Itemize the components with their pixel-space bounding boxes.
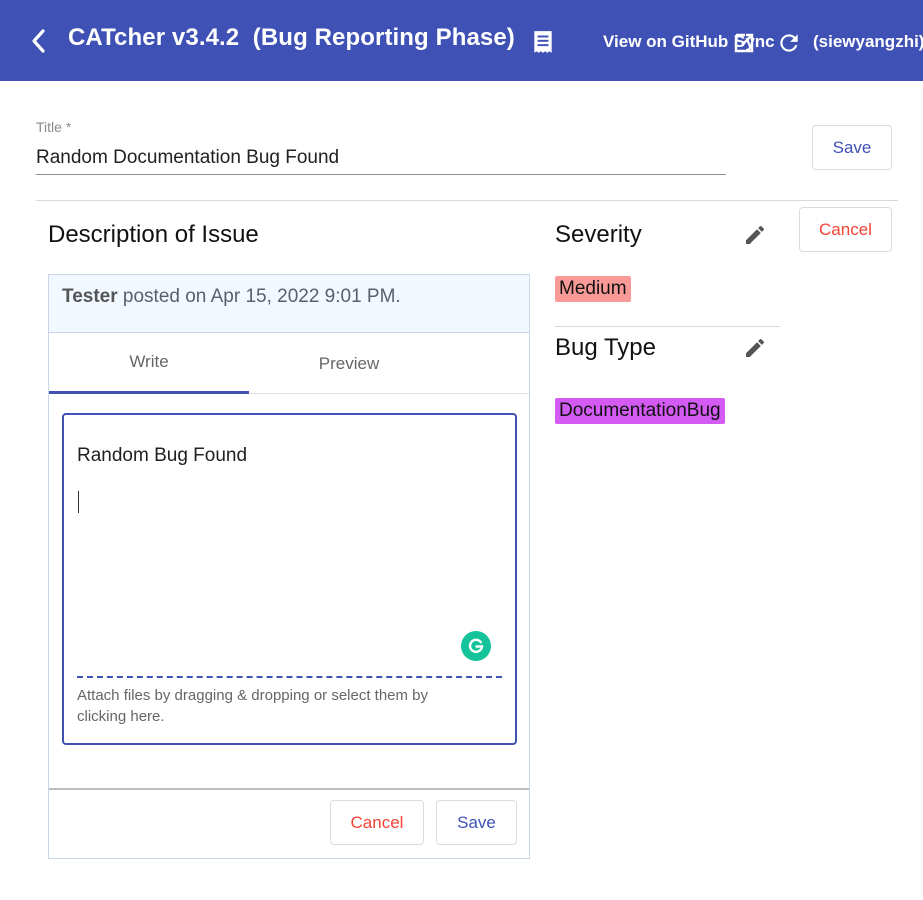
severity-label: Medium [555,276,631,302]
comment-header: Tester posted on Apr 15, 2022 9:01 PM. [49,275,529,333]
tab-preview[interactable]: Preview [249,333,449,394]
editor-tabs: Write Preview [49,333,529,394]
app-header: CATcher v3.4.2 (Bug Reporting Phase) Vie… [0,0,923,81]
comment-meta: Tester posted on Apr 15, 2022 9:01 PM. [62,286,401,308]
pencil-icon[interactable] [743,223,767,247]
title-field-label: Title * [36,119,72,135]
description-heading: Description of Issue [48,221,259,248]
view-on-github-link[interactable]: View on GitHub [603,32,728,52]
text-caret [78,491,79,513]
title-input[interactable] [36,142,726,175]
bug-type-label: DocumentationBug [555,398,725,424]
editor-text[interactable]: Random Bug Found [77,445,247,467]
author-name: Tester [62,286,118,307]
save-title-button[interactable]: Save [812,125,892,170]
attach-divider [77,676,502,678]
grammarly-icon[interactable] [461,631,491,661]
save-description-button[interactable]: Save [436,800,517,845]
bug-type-heading: Bug Type [555,334,656,361]
cancel-title-button[interactable]: Cancel [799,207,892,252]
side-divider [555,326,780,327]
card-footer-divider [49,788,529,790]
refresh-icon[interactable] [776,30,802,56]
back-button[interactable] [24,26,52,56]
cancel-description-button[interactable]: Cancel [330,800,424,845]
app-title: CATcher v3.4.2 (Bug Reporting Phase) [68,24,515,51]
sync-button[interactable]: Sync [734,32,775,52]
description-card: Tester posted on Apr 15, 2022 9:01 PM. W… [48,274,530,859]
attach-files-hint[interactable]: Attach files by dragging & dropping or s… [77,685,477,727]
document-icon[interactable] [530,29,556,55]
section-divider [36,200,898,201]
chevron-left-icon [32,29,45,53]
tab-write[interactable]: Write [49,333,249,394]
description-editor[interactable]: Random Bug Found Attach files by draggin… [62,413,517,745]
pencil-icon[interactable] [743,336,767,360]
posted-date: posted on Apr 15, 2022 9:01 PM. [117,286,401,307]
severity-heading: Severity [555,221,642,248]
user-name: (siewyangzhi) [813,32,923,51]
